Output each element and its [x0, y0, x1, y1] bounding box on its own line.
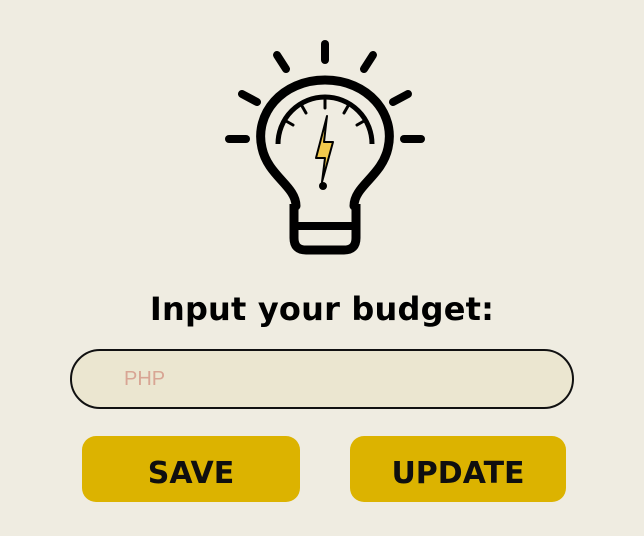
budget-input[interactable] — [70, 349, 574, 409]
page-title: Input your budget: — [149, 290, 495, 328]
update-button[interactable]: UPDATE — [350, 436, 566, 502]
lightbulb-icon — [220, 36, 430, 256]
save-button[interactable]: SAVE — [82, 436, 300, 502]
